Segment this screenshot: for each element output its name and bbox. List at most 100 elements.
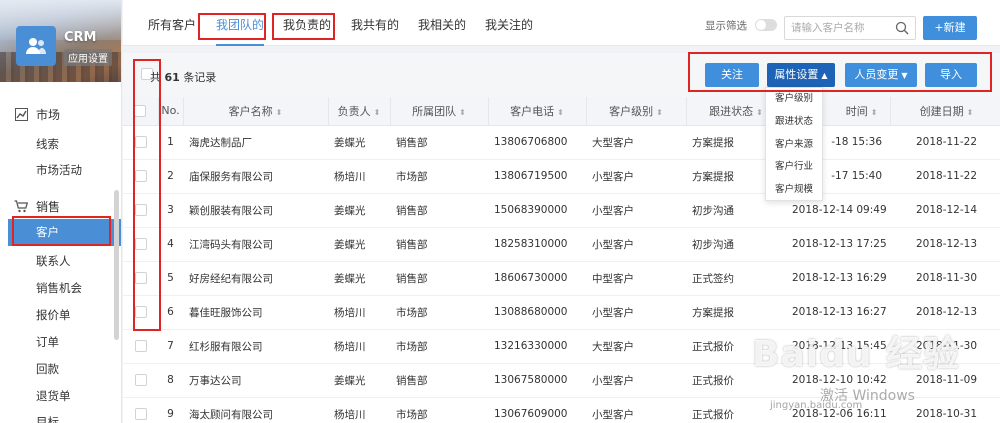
sidebar-group-label: 销售	[36, 200, 61, 214]
cell-created-date: 2018-12-13	[890, 295, 1000, 330]
app-settings-link[interactable]: 应用设置	[64, 49, 112, 66]
cell-row-no: 2	[158, 159, 183, 194]
header-phone[interactable]: 客户电话 ⬍	[488, 97, 587, 126]
sidebar-item-returns[interactable]: 退货单	[36, 388, 71, 404]
cell-time: 2018-12-13 16:29	[786, 261, 890, 296]
sidebar-group-sales[interactable]: 销售	[14, 198, 60, 215]
tab-my-followed[interactable]: 我关注的	[485, 0, 533, 46]
row-checkbox[interactable]	[134, 340, 147, 352]
sidebar-group-market[interactable]: 市场	[14, 106, 60, 123]
cell-customer-name[interactable]: 海太顾问有限公司	[183, 397, 328, 423]
cell-level: 大型客户	[586, 329, 686, 364]
header-label: 时间	[845, 104, 868, 118]
table-row[interactable]: 8 万事达公司 姜蝶光 销售部 13067580000 小型客户 正式报价 2018-12-1…	[123, 363, 1000, 398]
dropdown-option-follow-status[interactable]: 跟进状态	[766, 111, 822, 134]
annotation-box	[688, 52, 992, 92]
cell-customer-name[interactable]: 红杉服有限公司	[183, 329, 328, 364]
cell-phone: 13216330000	[488, 329, 586, 364]
sort-icon[interactable]: ⬍	[557, 108, 564, 117]
row-checkbox[interactable]	[134, 374, 147, 386]
table-row[interactable]: 1 海虎达制品厂 姜蝶光 销售部 13806706800 大型客户 方案提报 -18 15:3…	[123, 125, 1000, 160]
cell-created-date: 2018-12-14	[890, 193, 1000, 228]
app-brand: CRM 应用设置	[0, 0, 121, 82]
cell-level: 大型客户	[586, 125, 686, 160]
cell-phone: 13806719500	[488, 159, 586, 194]
cell-customer-name[interactable]: 颖创服装有限公司	[183, 193, 328, 228]
record-count-value: 61	[164, 71, 180, 84]
header-created-date[interactable]: 创建日期 ⬍	[890, 97, 1000, 126]
cell-team: 市场部	[390, 329, 488, 364]
search-icon[interactable]	[895, 21, 909, 38]
chart-line-icon	[14, 108, 28, 122]
cell-created-date: 2018-11-30	[890, 329, 1000, 364]
cell-level: 小型客户	[586, 363, 686, 398]
sort-icon[interactable]: ⬍	[276, 108, 283, 117]
sidebar-item-goals[interactable]: 目标	[36, 414, 59, 423]
cart-icon	[14, 200, 28, 214]
dropdown-option-customer-industry[interactable]: 客户行业	[766, 156, 822, 179]
cell-level: 小型客户	[586, 295, 686, 330]
row-select-cell[interactable]	[123, 397, 158, 423]
cell-phone: 13067609000	[488, 397, 586, 423]
cell-customer-name[interactable]: 海虎达制品厂	[183, 125, 328, 160]
cell-owner: 姜蝶光	[328, 261, 390, 296]
sidebar-item-quotes[interactable]: 报价单	[36, 307, 71, 323]
cell-customer-name[interactable]: 好房经纪有限公司	[183, 261, 328, 296]
cell-created-date: 2018-11-09	[890, 363, 1000, 398]
cell-customer-name[interactable]: 庙保服务有限公司	[183, 159, 328, 194]
cell-follow-status: 正式签约	[686, 261, 786, 296]
cell-follow-status: 正式报价	[686, 329, 786, 364]
sidebar-item-opportunities[interactable]: 销售机会	[36, 280, 82, 296]
cell-row-no: 5	[158, 261, 183, 296]
cell-customer-name[interactable]: 暮佳旺服饰公司	[183, 295, 328, 330]
sort-icon[interactable]: ⬍	[374, 108, 381, 117]
dropdown-option-customer-source[interactable]: 客户来源	[766, 134, 822, 157]
header-no: No.	[158, 97, 184, 126]
header-level[interactable]: 客户级别 ⬍	[586, 97, 687, 126]
table-row[interactable]: 2 庙保服务有限公司 杨培川 市场部 13806719500 小型客户 方案提报 -17 15…	[123, 159, 1000, 194]
search-input[interactable]	[791, 17, 891, 39]
cell-phone: 13806706800	[488, 125, 586, 160]
cell-phone: 15068390000	[488, 193, 586, 228]
cell-owner: 姜蝶光	[328, 363, 390, 398]
dropdown-option-customer-scale[interactable]: 客户规模	[766, 179, 822, 202]
cell-team: 市场部	[390, 397, 488, 423]
header-label: 所属团队	[412, 104, 457, 118]
header-customer-name[interactable]: 客户名称 ⬍	[183, 97, 329, 126]
sort-icon[interactable]: ⬍	[967, 108, 974, 117]
sidebar-item-contacts[interactable]: 联系人	[36, 253, 71, 269]
sort-icon[interactable]: ⬍	[656, 108, 663, 117]
attribute-settings-dropdown: 客户级别 跟进状态 客户来源 客户行业 客户规模	[765, 87, 823, 201]
filter-toggle[interactable]	[755, 19, 777, 31]
tab-my-related[interactable]: 我相关的	[418, 0, 466, 46]
customer-table: No. 客户名称 ⬍ 负责人 ⬍ 所属团队 ⬍ 客户电话 ⬍ 客户级别 ⬍ 跟进状态 ⬍ 时…	[123, 97, 1000, 423]
header-owner[interactable]: 负责人 ⬍	[328, 97, 391, 126]
sidebar-item-payments[interactable]: 回款	[36, 361, 59, 377]
row-select-cell[interactable]	[123, 363, 158, 398]
sort-icon[interactable]: ⬍	[756, 108, 763, 117]
sidebar-scrollbar[interactable]	[114, 190, 119, 340]
table-row[interactable]: 3 颖创服装有限公司 姜蝶光 销售部 15068390000 小型客户 初步沟通 2018-1…	[123, 193, 1000, 228]
table-row[interactable]: 9 海太顾问有限公司 杨培川 市场部 13067609000 小型客户 正式报价 2018-1…	[123, 397, 1000, 423]
cell-time: 2018-12-13 15:45	[786, 329, 890, 364]
tab-all-customers[interactable]: 所有客户	[148, 0, 196, 46]
sort-icon[interactable]: ⬍	[871, 108, 878, 117]
table-row[interactable]: 6 暮佳旺服饰公司 杨培川 市场部 13088680000 小型客户 方案提报 2018-12…	[123, 295, 1000, 330]
sidebar-item-leads[interactable]: 线索	[36, 136, 59, 152]
cell-customer-name[interactable]: 江湾码头有限公司	[183, 227, 328, 262]
cell-customer-name[interactable]: 万事达公司	[183, 363, 328, 398]
header-label: 跟进状态	[709, 104, 754, 118]
cell-row-no: 9	[158, 397, 183, 423]
header-team[interactable]: 所属团队 ⬍	[390, 97, 489, 126]
sort-icon[interactable]: ⬍	[459, 108, 466, 117]
table-row[interactable]: 4 江湾码头有限公司 姜蝶光 销售部 18258310000 小型客户 初步沟通 2018-1…	[123, 227, 1000, 262]
table-row[interactable]: 7 红杉服有限公司 杨培川 市场部 13216330000 大型客户 正式报价 2018-12…	[123, 329, 1000, 364]
row-select-cell[interactable]	[123, 329, 158, 364]
table-row[interactable]: 5 好房经纪有限公司 姜蝶光 销售部 18606730000 中型客户 正式签约 2018-1…	[123, 261, 1000, 296]
new-customer-button[interactable]: +新建	[923, 16, 977, 40]
sidebar-item-campaigns[interactable]: 市场活动	[36, 162, 82, 178]
sidebar-item-orders[interactable]: 订单	[36, 334, 59, 350]
tab-my-shared[interactable]: 我共有的	[351, 0, 399, 46]
row-checkbox[interactable]	[134, 408, 147, 420]
annotation-box	[272, 13, 335, 40]
